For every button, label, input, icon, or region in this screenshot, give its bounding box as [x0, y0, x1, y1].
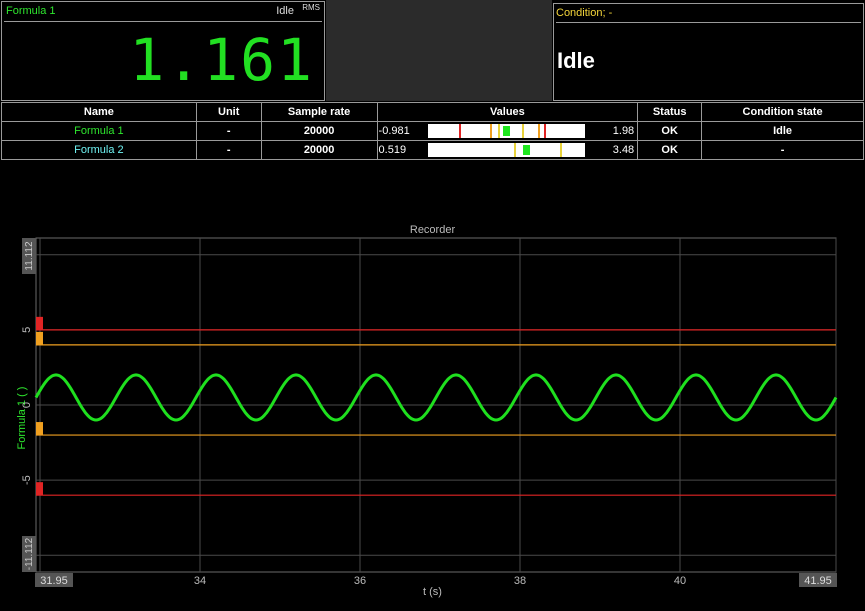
x-tick-label: 36: [354, 575, 366, 587]
x-max-label: 41.95: [804, 575, 832, 587]
x-tick-label: 38: [514, 575, 526, 587]
y-min-label: -11.112: [24, 537, 35, 570]
warning-limit-handle: [36, 422, 43, 436]
recorder-plot[interactable]: 5 0 -5 11.112 -11.112 34 36 38 40 31.95 41.95: [0, 0, 865, 611]
warning-limit-handle: [36, 331, 43, 345]
alarm-limit-handle: [36, 316, 43, 330]
y-tick-label: -5: [21, 475, 33, 485]
y-tick-label: 5: [21, 327, 33, 333]
x-tick-label: 40: [674, 575, 686, 587]
x-min-label: 31.95: [40, 575, 68, 587]
y-max-label: 11.112: [24, 241, 35, 271]
alarm-limit-handle: [36, 482, 43, 496]
signal-line-formula-1: [34, 373, 838, 422]
y-tick-label: 0: [21, 402, 33, 408]
x-tick-label: 34: [194, 575, 206, 587]
